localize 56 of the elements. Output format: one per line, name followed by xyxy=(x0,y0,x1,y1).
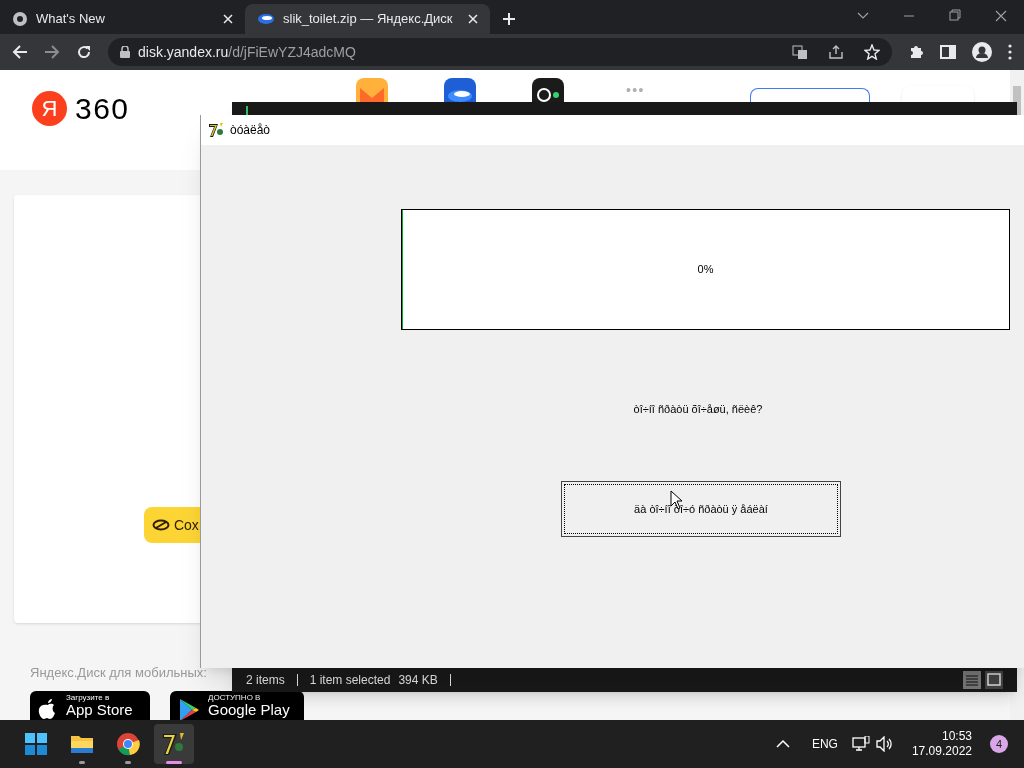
tab-title: What's New xyxy=(36,10,106,29)
store-badge[interactable]: ДОСТУПНО В Google Play xyxy=(170,691,304,720)
window-title: òóàëåò xyxy=(230,122,271,139)
archive-icon xyxy=(161,731,187,757)
mail-icon[interactable] xyxy=(356,78,388,102)
network-icon[interactable] xyxy=(851,736,870,752)
back-icon[interactable] xyxy=(12,44,28,60)
star-icon[interactable] xyxy=(864,44,880,60)
chrome-icon xyxy=(116,732,140,756)
apple-icon xyxy=(38,698,58,720)
browser-tab[interactable]: slik_toilet.zip — Яндекс.Диск xyxy=(245,4,490,34)
badge-caption: ДОСТУПНО В xyxy=(208,694,262,702)
menu-icon[interactable] xyxy=(1008,44,1012,60)
badge-caption: Загрузите в xyxy=(66,694,111,702)
taskbar-archiver-button[interactable] xyxy=(154,724,194,764)
folder-icon xyxy=(70,733,94,755)
confirm-button[interactable]: äà òî÷íî õî÷ó ñðàòü ÿ åáëàí xyxy=(561,481,841,537)
question-text: òî÷íî ñðàòü õî÷åøü, ñëèê? xyxy=(632,402,764,417)
progress-label: 0% xyxy=(696,262,715,277)
lock-icon xyxy=(120,46,130,58)
profile-icon[interactable] xyxy=(972,42,992,62)
item-count: 2 items xyxy=(246,672,285,689)
side-panel-icon[interactable] xyxy=(940,44,956,60)
share-icon[interactable] xyxy=(828,44,844,60)
url-text: disk.yandex.ru/d/jFiEwYZJ4adcMQ xyxy=(138,42,357,62)
chevron-up-icon[interactable] xyxy=(775,739,790,749)
thumbnails-view-icon[interactable] xyxy=(985,671,1003,689)
telemost-icon[interactable] xyxy=(532,78,564,102)
translate-icon[interactable] xyxy=(792,44,808,60)
logo-text: 360 xyxy=(75,91,130,127)
volume-icon[interactable] xyxy=(875,736,894,752)
logo-badge[interactable]: Я xyxy=(32,91,67,126)
reload-icon[interactable] xyxy=(76,44,92,60)
selection-size: 394 KB xyxy=(398,672,438,689)
store-badge[interactable]: Загрузите в App Store xyxy=(30,691,150,720)
badge-title: Google Play xyxy=(208,702,290,717)
browser-tab[interactable]: What's New xyxy=(0,4,245,34)
clock[interactable]: 10:53 17.09.2022 xyxy=(911,729,972,759)
notification-badge[interactable]: 4 xyxy=(990,735,1008,753)
forward-icon[interactable] xyxy=(44,44,60,60)
disk-icon xyxy=(257,12,275,26)
tab-title: slik_toilet.zip — Яндекс.Диск xyxy=(283,10,454,29)
mobile-label: Яндекс.Диск для мобильных: xyxy=(30,664,207,682)
puzzle-icon[interactable] xyxy=(908,44,924,60)
disk-icon xyxy=(152,519,170,531)
app-icon xyxy=(208,122,225,138)
play-icon xyxy=(178,698,200,720)
address-bar[interactable]: disk.yandex.ru/d/jFiEwYZJ4adcMQ xyxy=(108,38,892,66)
language-indicator[interactable]: ENG xyxy=(811,735,838,753)
new-tab-icon[interactable] xyxy=(502,12,516,26)
badge-title: App Store xyxy=(66,702,133,717)
chrome-icon xyxy=(12,11,28,27)
selection-info: 1 item selected xyxy=(309,672,391,689)
windows-icon xyxy=(25,733,47,755)
close-icon[interactable] xyxy=(468,14,478,24)
close-icon[interactable] xyxy=(223,14,233,24)
